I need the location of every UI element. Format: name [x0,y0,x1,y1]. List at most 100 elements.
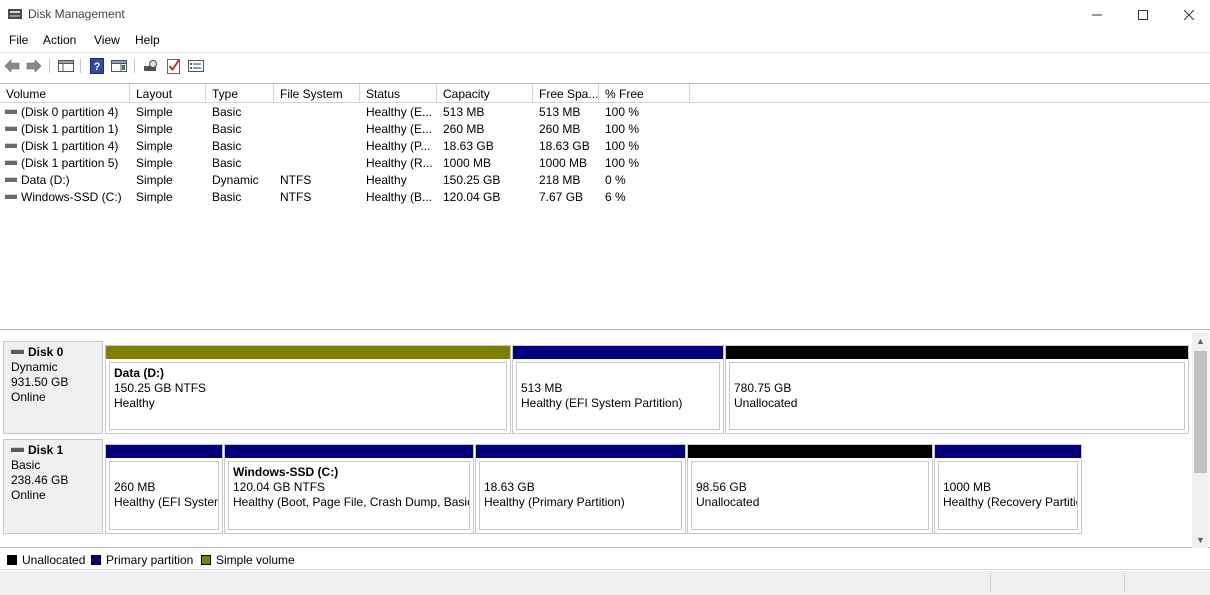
cell-layout: Simple [136,156,173,170]
partition-name [696,465,928,480]
partition-disk0-efi[interactable]: 513 MB Healthy (EFI System Partition) [512,345,724,434]
connect-virtual-disk-button[interactable] [142,57,160,75]
legend: Unallocated Primary partition Simple vol… [0,549,1210,570]
partition-info: Windows-SSD (C:) 120.04 GB NTFS Healthy … [228,461,470,530]
forward-button[interactable] [25,57,43,75]
back-button[interactable] [3,57,21,75]
volume-disk-icon [5,126,17,131]
properties-button[interactable] [187,57,205,75]
volume-row[interactable]: Data (D:) Simple Dynamic NTFS Healthy 15… [0,172,700,189]
partition-info: 98.56 GB Unallocated [691,461,929,530]
help-icon: ? [90,58,104,74]
volume-row[interactable]: (Disk 1 partition 1) Simple Basic Health… [0,121,700,138]
cell-type: Basic [212,156,242,170]
partition-name [943,465,1077,480]
partition-name [484,465,681,480]
legend-primary-partition: Primary partition [91,553,193,567]
menu-action[interactable]: Action [43,33,76,47]
properties-list-icon [188,60,204,72]
legend-unallocated: Unallocated [7,553,85,567]
partition-status: Healthy (Recovery Partitic [943,495,1078,509]
column-header-capacity[interactable]: Capacity [437,84,533,103]
cell-layout: Simple [136,173,173,187]
cell-volume: Windows-SSD (C:) [21,190,122,204]
cell-free-space: 7.67 GB [539,190,584,204]
volume-row[interactable]: (Disk 1 partition 4) Simple Basic Health… [0,138,700,155]
cell-capacity: 1000 MB [443,156,492,170]
cell-percent-free: 100 % [605,156,640,170]
cell-status: Healthy (E... [366,105,433,119]
minimize-button[interactable] [1074,0,1120,30]
menu-file[interactable]: File [9,33,28,47]
partition-name [521,366,719,381]
partition-disk1-recovery[interactable]: 1000 MB Healthy (Recovery Partitic [934,444,1082,534]
disk-1-label[interactable]: Disk 1 Basic 238.46 GB Online [3,439,103,534]
cell-status: Healthy [366,173,407,187]
cell-percent-free: 6 % [605,190,626,204]
disk-1-type: Basic [11,458,41,472]
partition-name [114,465,218,480]
primary-partition-bar [106,445,222,458]
partition-disk1-unallocated[interactable]: 98.56 GB Unallocated [687,444,933,534]
partition-data-d[interactable]: Data (D:) 150.25 GB NTFS Healthy [105,345,511,434]
help-button[interactable]: ? [88,57,106,75]
partition-size: 120.04 GB NTFS [233,480,326,494]
menu-help[interactable]: Help [135,33,160,47]
cell-status: Healthy (E... [366,122,433,136]
check-properties-button[interactable] [165,57,183,75]
legend-label: Unallocated [22,553,86,567]
disk-0-name-row: Disk 0 [11,345,102,360]
partition-name: Data (D:) [114,366,164,380]
cell-free-space: 260 MB [539,122,581,136]
volume-row[interactable]: (Disk 1 partition 5) Simple Basic Health… [0,155,700,172]
partition-status: Healthy [114,396,155,410]
column-header-status[interactable]: Status [360,84,437,103]
close-button[interactable] [1166,0,1210,30]
vertical-scrollbar[interactable]: ▲ ▼ [1192,333,1209,548]
cell-percent-free: 100 % [605,122,640,136]
cell-free-space: 513 MB [539,105,581,119]
primary-partition-bar [476,445,685,458]
partition-size: 98.56 GB [696,480,747,494]
cell-layout: Simple [136,105,173,119]
partition-info: 780.75 GB Unallocated [729,362,1185,430]
cell-type: Basic [212,122,242,136]
show-hide-console-tree-button[interactable] [57,57,75,75]
legend-simple-volume: Simple volume [201,553,295,567]
minimize-icon [1092,14,1102,16]
back-arrow-icon [4,59,20,73]
scroll-up-arrow-icon[interactable]: ▲ [1192,333,1209,349]
column-header-free-space[interactable]: Free Spa... [533,84,599,103]
column-header-volume[interactable]: Volume [0,84,130,103]
column-header-type[interactable]: Type [206,84,274,103]
menu-view[interactable]: View [94,33,120,47]
column-header-layout[interactable]: Layout [130,84,206,103]
scrollbar-thumb[interactable] [1194,351,1207,473]
partition-name: Windows-SSD (C:) [233,465,339,479]
partition-disk1-efi[interactable]: 260 MB Healthy (EFI System [105,444,223,534]
status-bar-divider [1124,573,1125,593]
cell-layout: Simple [136,190,173,204]
partition-windows-ssd-c[interactable]: Windows-SSD (C:) 120.04 GB NTFS Healthy … [224,444,474,534]
column-header-percent-free[interactable]: % Free [599,84,690,103]
partition-info: 18.63 GB Healthy (Primary Partition) [479,461,682,530]
partition-status: Healthy (EFI System Partition) [521,396,683,410]
disk-0-label[interactable]: Disk 0 Dynamic 931.50 GB Online [3,341,103,434]
partition-disk1-primary[interactable]: 18.63 GB Healthy (Primary Partition) [475,444,686,534]
partition-status: Healthy (EFI System [114,495,219,509]
maximize-button[interactable] [1120,0,1166,30]
cell-capacity: 18.63 GB [443,139,494,153]
partition-disk0-unallocated[interactable]: 780.75 GB Unallocated [725,345,1189,434]
column-header-file-system[interactable]: File System [274,84,360,103]
simple-volume-swatch [201,555,211,565]
show-hide-action-pane-button[interactable] [110,57,128,75]
volume-row[interactable]: Windows-SSD (C:) Simple Basic NTFS Healt… [0,189,700,206]
cell-percent-free: 100 % [605,139,640,153]
primary-partition-bar [225,445,473,458]
scroll-down-arrow-icon[interactable]: ▼ [1192,532,1209,548]
volume-row[interactable]: (Disk 0 partition 4) Simple Basic Health… [0,104,700,121]
partition-info: Data (D:) 150.25 GB NTFS Healthy [109,362,507,430]
cell-volume: (Disk 1 partition 4) [21,139,119,153]
console-tree-icon [58,60,74,72]
partition-size: 780.75 GB [734,381,792,395]
